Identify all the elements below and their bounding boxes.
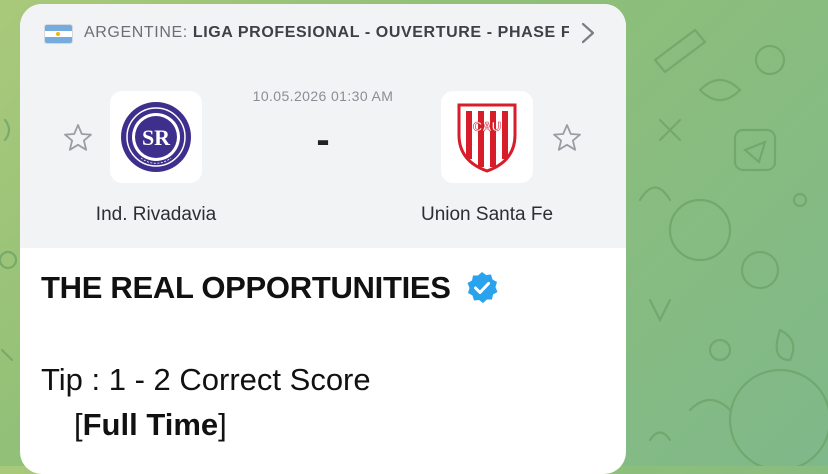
league-header[interactable]: ARGENTINE: LIGA PROFESIONAL - OUVERTURE … xyxy=(20,4,626,63)
score-separator: - xyxy=(316,118,330,162)
favorite-away-star-icon[interactable] xyxy=(551,122,583,154)
away-team-logo[interactable]: CAU xyxy=(441,91,533,183)
independiente-rivadavia-crest-icon: SR xyxy=(121,102,191,172)
match-panel: 10.05.2026 01:30 AM SR - CAU Ind. Rivada… xyxy=(20,62,626,248)
argentina-flag-icon xyxy=(45,25,72,43)
home-team-name[interactable]: Ind. Rivadavia xyxy=(66,204,246,226)
league-country: ARGENTINE: xyxy=(84,24,188,41)
away-team-name[interactable]: Union Santa Fe xyxy=(397,204,577,226)
union-santa-fe-crest-icon: CAU xyxy=(457,103,517,173)
away-logo-initials: CAU xyxy=(473,119,501,134)
league-title: ARGENTINE: LIGA PROFESIONAL - OUVERTURE … xyxy=(84,24,569,42)
verified-badge-icon xyxy=(467,272,498,303)
chevron-right-icon[interactable] xyxy=(579,22,597,44)
bracket-close: ] xyxy=(218,407,227,442)
tip-line: Tip : 1 - 2 Correct Score xyxy=(41,362,371,397)
message-card: ARGENTINE: LIGA PROFESIONAL - OUVERTURE … xyxy=(20,4,626,474)
bracket-open: [ xyxy=(74,407,83,442)
full-time-line: [Full Time] xyxy=(74,407,227,443)
league-name: LIGA PROFESIONAL - OUVERTURE - PHASE FI.… xyxy=(192,24,569,41)
headline-text: THE REAL OPPORTUNITIES xyxy=(41,270,451,305)
home-logo-initials: SR xyxy=(142,125,171,150)
favorite-home-star-icon[interactable] xyxy=(62,122,94,154)
home-team-logo[interactable]: SR xyxy=(110,91,202,183)
post-headline: THE REAL OPPORTUNITIES xyxy=(41,270,499,306)
full-time-label: Full Time xyxy=(82,407,219,442)
